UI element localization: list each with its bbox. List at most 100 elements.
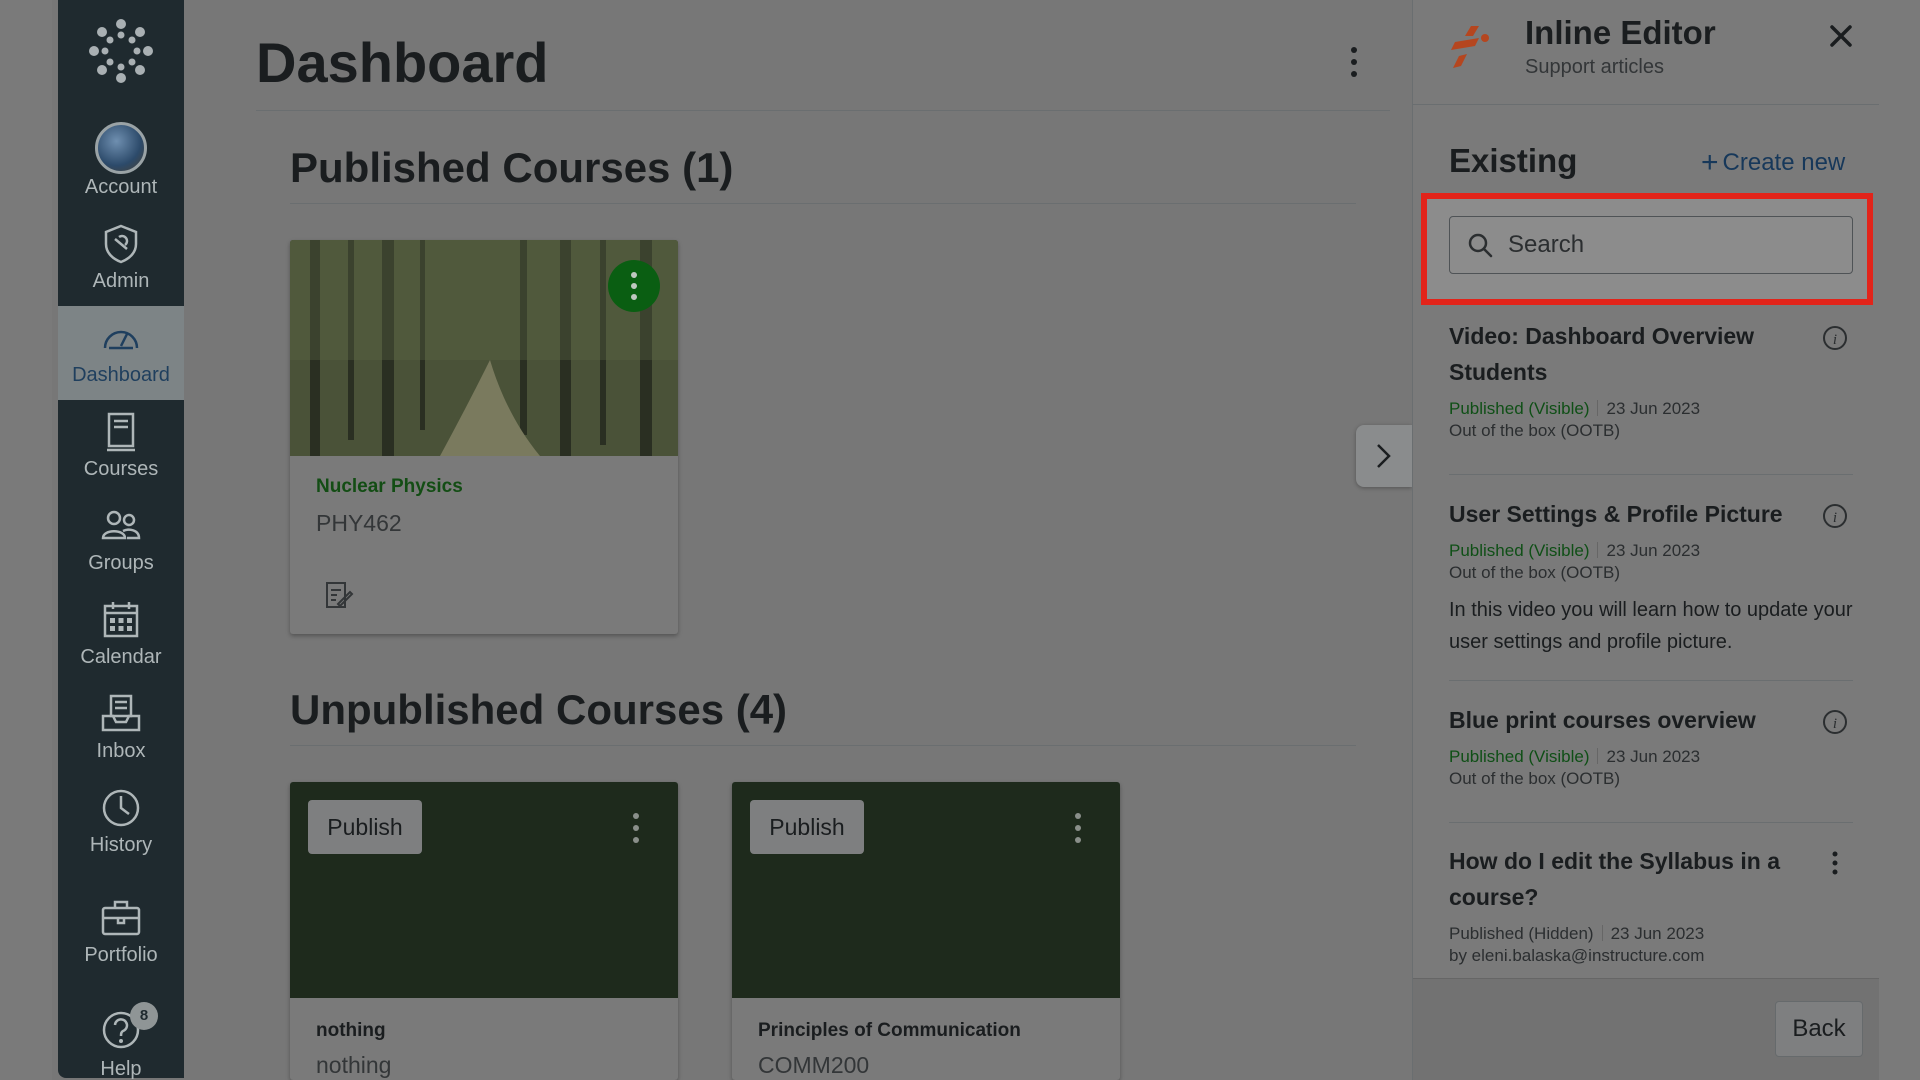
search-input[interactable] xyxy=(1508,225,1838,265)
tray-footer: Back xyxy=(1413,978,1879,1080)
svg-text:i: i xyxy=(1833,332,1837,348)
nav-item-help[interactable]: 8 Help xyxy=(58,1002,184,1080)
existing-heading: Existing xyxy=(1449,142,1578,179)
kebab-icon xyxy=(631,272,637,300)
search-icon xyxy=(1468,233,1493,258)
tray-toggle-button[interactable] xyxy=(1356,425,1412,487)
article-title[interactable]: User Settings & Profile Picture xyxy=(1449,496,1789,532)
create-new-label: Create new xyxy=(1722,149,1846,176)
inline-editor-logo-icon xyxy=(1451,26,1489,68)
help-badge: 8 xyxy=(130,1002,158,1030)
dashboard-main: Dashboard Published Courses (1) Nuclear … xyxy=(184,0,1412,1080)
groups-people-icon xyxy=(101,510,141,540)
article-source: by eleni.balaska@instructure.com xyxy=(1449,946,1705,965)
back-button[interactable]: Back xyxy=(1775,1001,1863,1057)
nav-label: History xyxy=(89,834,153,856)
nav-item-courses[interactable]: Courses xyxy=(58,400,184,494)
svg-text:i: i xyxy=(1833,510,1837,526)
section-divider xyxy=(290,745,1356,746)
info-icon[interactable]: i xyxy=(1821,708,1849,736)
article-date: 23 Jun 2023 xyxy=(1606,747,1701,766)
nav-label: Account xyxy=(84,176,158,198)
course-card-image[interactable]: Publish xyxy=(732,782,1120,998)
course-card-image[interactable]: Publish xyxy=(290,782,678,998)
article-status: Published (Visible) xyxy=(1449,399,1590,418)
svg-text:i: i xyxy=(1833,716,1837,732)
canvas-logo-icon[interactable] xyxy=(88,18,154,84)
tray-title: Inline Editor xyxy=(1525,14,1716,51)
chevron-right-icon xyxy=(1377,444,1391,468)
history-clock-icon xyxy=(102,789,140,827)
article-divider xyxy=(1449,822,1853,823)
avatar xyxy=(95,122,147,174)
nav-label: Calendar xyxy=(80,646,162,668)
publish-button[interactable]: Publish xyxy=(308,800,422,854)
nav-item-admin[interactable]: Admin xyxy=(58,212,184,306)
nav-item-dashboard[interactable]: Dashboard xyxy=(58,306,184,400)
course-options-kebab-icon[interactable] xyxy=(1068,808,1088,848)
course-code: nothing xyxy=(316,1052,392,1078)
info-icon[interactable]: i xyxy=(1821,324,1849,352)
plus-icon: + xyxy=(1701,146,1719,179)
nav-label: Courses xyxy=(83,458,159,480)
article-date: 23 Jun 2023 xyxy=(1606,541,1701,560)
course-options-button[interactable] xyxy=(608,260,660,312)
page-title: Dashboard xyxy=(256,31,549,94)
close-icon[interactable] xyxy=(1827,22,1855,50)
nav-item-groups[interactable]: Groups xyxy=(58,494,184,588)
title-divider xyxy=(256,110,1390,111)
nav-item-portfolio[interactable]: Portfolio xyxy=(58,886,184,980)
article-title[interactable]: Video: Dashboard Overview Students xyxy=(1449,318,1789,390)
global-nav: Account Admin Dashboard Courses Groups C… xyxy=(58,0,184,1080)
article-item[interactable]: User Settings & Profile Picture i Publis… xyxy=(1449,496,1853,658)
article-meta: Published (Visible) 23 Jun 2023 Out of th… xyxy=(1449,746,1853,790)
info-icon[interactable]: i xyxy=(1821,502,1849,530)
window-frame-left xyxy=(0,0,52,1080)
course-name[interactable]: Nuclear Physics xyxy=(316,476,463,498)
article-status: Published (Visible) xyxy=(1449,747,1590,766)
courses-book-icon xyxy=(107,412,135,452)
nav-label: Help xyxy=(100,1058,142,1080)
article-source: Out of the box (OOTB) xyxy=(1449,563,1621,582)
create-new-link[interactable]: + Create new xyxy=(1701,146,1845,180)
unpublished-courses-heading: Unpublished Courses (4) xyxy=(290,686,788,733)
article-status: Published (Hidden) xyxy=(1449,924,1594,943)
search-field[interactable] xyxy=(1449,216,1853,274)
article-status: Published (Visible) xyxy=(1449,541,1590,560)
article-title[interactable]: How do I edit the Syllabus in a course? xyxy=(1449,843,1789,915)
article-item[interactable]: Video: Dashboard Overview Students i Pub… xyxy=(1449,318,1853,442)
course-name[interactable]: nothing xyxy=(316,1020,386,1042)
article-item[interactable]: Blue print courses overview i Published … xyxy=(1449,702,1853,790)
course-card-nothing[interactable]: Publish nothing nothing xyxy=(290,782,678,1080)
nav-item-history[interactable]: History xyxy=(58,776,184,870)
article-divider xyxy=(1449,680,1853,681)
article-title[interactable]: Blue print courses overview xyxy=(1449,702,1789,738)
article-item[interactable]: How do I edit the Syllabus in a course? … xyxy=(1449,843,1853,967)
portfolio-briefcase-icon xyxy=(101,900,141,936)
nav-label: Portfolio xyxy=(84,944,158,966)
assignments-icon[interactable] xyxy=(324,580,354,610)
nav-item-calendar[interactable]: Calendar xyxy=(58,588,184,682)
nav-item-account[interactable]: Account xyxy=(58,118,184,212)
article-source: Out of the box (OOTB) xyxy=(1449,769,1621,788)
article-options-kebab-icon[interactable] xyxy=(1821,849,1849,877)
article-meta: Published (Hidden) 23 Jun 2023 by eleni.b… xyxy=(1449,923,1853,967)
inline-editor-tray: Inline Editor Support articles Existing … xyxy=(1412,0,1879,1080)
nav-label: Inbox xyxy=(96,740,146,762)
nav-label: Dashboard xyxy=(72,364,170,386)
course-code: PHY462 xyxy=(316,510,402,536)
course-card-image[interactable] xyxy=(290,240,678,456)
course-card-nuclear-physics[interactable]: Nuclear Physics PHY462 xyxy=(290,240,678,634)
dashboard-options-kebab-icon[interactable] xyxy=(1344,44,1364,80)
course-card-principles-of-communication[interactable]: Publish Principles of Communication COMM… xyxy=(732,782,1120,1080)
section-divider xyxy=(290,203,1356,204)
calendar-icon xyxy=(103,602,139,638)
tray-header-divider xyxy=(1413,104,1879,105)
publish-button[interactable]: Publish xyxy=(750,800,864,854)
article-source: Out of the box (OOTB) xyxy=(1449,421,1621,440)
nav-item-inbox[interactable]: Inbox xyxy=(58,682,184,776)
article-description: In this video you will learn how to upda… xyxy=(1449,599,1853,653)
course-options-kebab-icon[interactable] xyxy=(626,808,646,848)
article-meta: Published (Visible) 23 Jun 2023 Out of th… xyxy=(1449,398,1853,442)
course-name[interactable]: Principles of Communication xyxy=(758,1020,1021,1042)
